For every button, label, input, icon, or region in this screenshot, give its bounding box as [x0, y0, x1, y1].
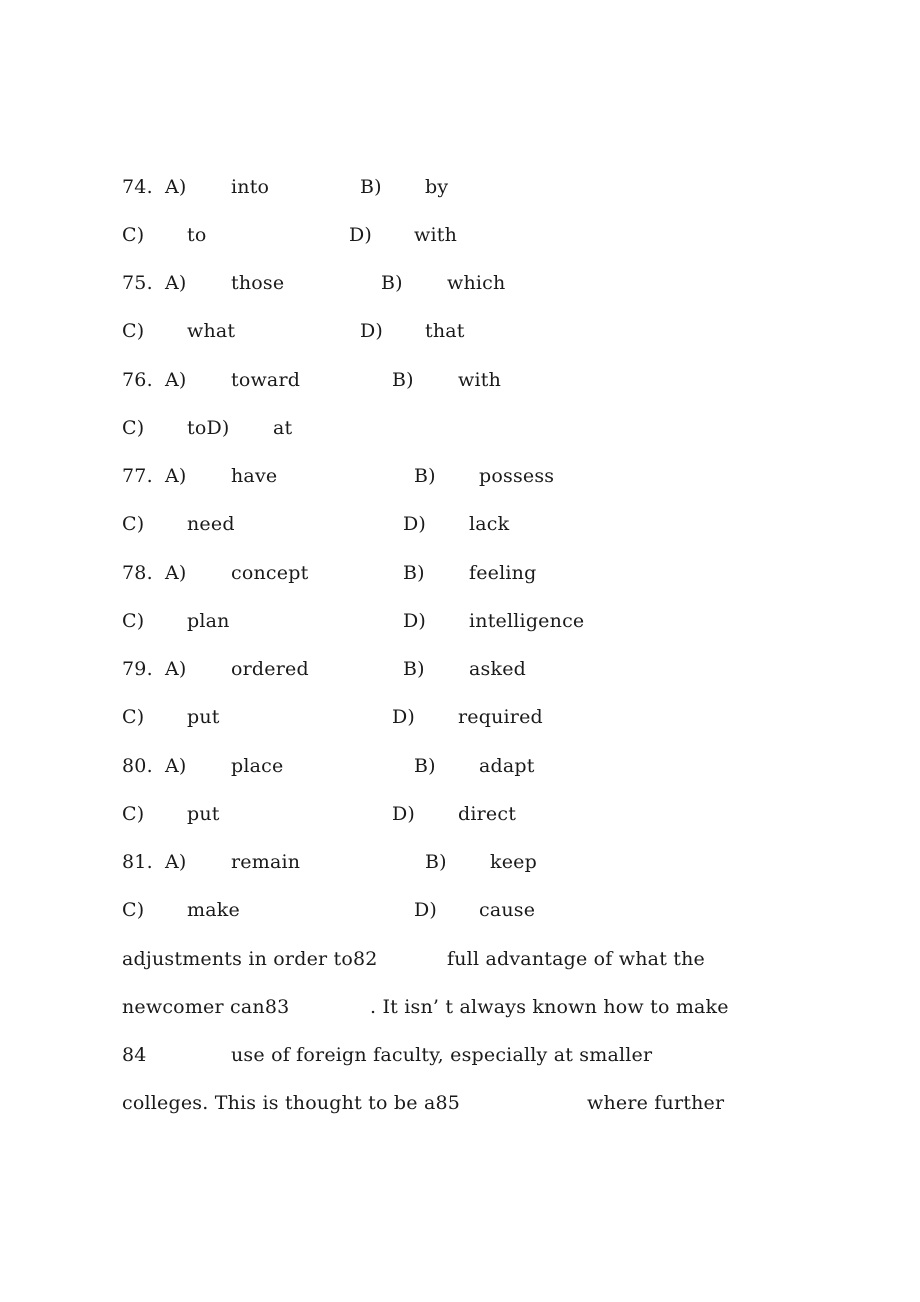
option-c: what: [187, 320, 236, 342]
option-a: place: [231, 755, 284, 777]
document-page: 74. A) into B) by C) to D) with 75. A) t…: [0, 0, 920, 1302]
option-b: by: [425, 176, 449, 198]
option-label-d: D): [392, 706, 416, 728]
option-label-b: B): [381, 272, 403, 294]
option-label-b: B): [414, 755, 436, 777]
option-label-d: D): [403, 610, 427, 632]
option-label-c: C): [122, 610, 145, 632]
question-number: 77.: [122, 465, 153, 487]
option-label-c: C): [122, 706, 145, 728]
option-label-a: A): [165, 562, 187, 584]
option-b: keep: [490, 851, 537, 873]
option-b: possess: [479, 465, 555, 487]
option-a: those: [231, 272, 285, 294]
option-label-d: D): [360, 320, 384, 342]
option-d: with: [414, 224, 458, 246]
option-label-c: C): [122, 320, 145, 342]
option-b: which: [447, 272, 506, 294]
option-label-b: B): [392, 369, 414, 391]
question-number: 81.: [122, 851, 153, 873]
passage-text: colleges. This is thought to be a85: [122, 1092, 461, 1114]
question-number: 78.: [122, 562, 153, 584]
option-b: with: [458, 369, 502, 391]
question-number: 79.: [122, 658, 153, 680]
option-a: concept: [231, 562, 309, 584]
question-number: 80.: [122, 755, 153, 777]
option-label-a: A): [165, 851, 187, 873]
option-label-b: B): [403, 562, 425, 584]
option-d: at: [273, 417, 293, 439]
passage-text: use of foreign faculty, especially at sm…: [231, 1044, 653, 1066]
option-c: put: [187, 706, 220, 728]
option-c: make: [187, 899, 240, 921]
option-d: cause: [479, 899, 536, 921]
option-label-d: D): [349, 224, 373, 246]
option-label-c: C): [122, 803, 145, 825]
option-a: have: [231, 465, 278, 487]
option-c: plan: [187, 610, 230, 632]
passage-text: full advantage of what the: [447, 948, 705, 970]
option-label-c: C): [122, 224, 145, 246]
option-label-a: A): [165, 369, 187, 391]
option-label-b: B): [403, 658, 425, 680]
option-label-c: C): [122, 899, 145, 921]
option-d: intelligence: [469, 610, 585, 632]
option-b: asked: [469, 658, 526, 680]
option-label-a: A): [165, 176, 187, 198]
option-a: into: [231, 176, 270, 198]
option-d: lack: [469, 513, 510, 535]
passage-text: 84: [122, 1044, 147, 1066]
option-label-b: B): [414, 465, 436, 487]
option-label-a: A): [165, 272, 187, 294]
option-label-c: C): [122, 513, 145, 535]
option-label-d: D): [392, 803, 416, 825]
question-number: 76.: [122, 369, 153, 391]
option-label-a: A): [165, 658, 187, 680]
option-c: toD): [187, 417, 230, 439]
passage-text: where further: [587, 1092, 725, 1114]
option-a: toward: [231, 369, 301, 391]
option-d: required: [458, 706, 543, 728]
passage-text: adjustments in order to82: [122, 948, 378, 970]
question-number: 74.: [122, 176, 153, 198]
option-a: ordered: [231, 658, 309, 680]
option-b: feeling: [469, 562, 537, 584]
option-label-c: C): [122, 417, 145, 439]
option-label-a: A): [165, 755, 187, 777]
option-a: remain: [231, 851, 301, 873]
option-d: direct: [458, 803, 517, 825]
question-number: 75.: [122, 272, 153, 294]
passage-text: . It isn’ t always known how to make: [370, 996, 729, 1018]
option-label-a: A): [165, 465, 187, 487]
passage-text: newcomer can83: [122, 996, 290, 1018]
option-label-d: D): [403, 513, 427, 535]
option-c: put: [187, 803, 220, 825]
option-label-d: D): [414, 899, 438, 921]
option-d: that: [425, 320, 465, 342]
option-b: adapt: [479, 755, 535, 777]
option-label-b: B): [360, 176, 382, 198]
option-label-b: B): [425, 851, 447, 873]
option-c: need: [187, 513, 235, 535]
option-c: to: [187, 224, 207, 246]
